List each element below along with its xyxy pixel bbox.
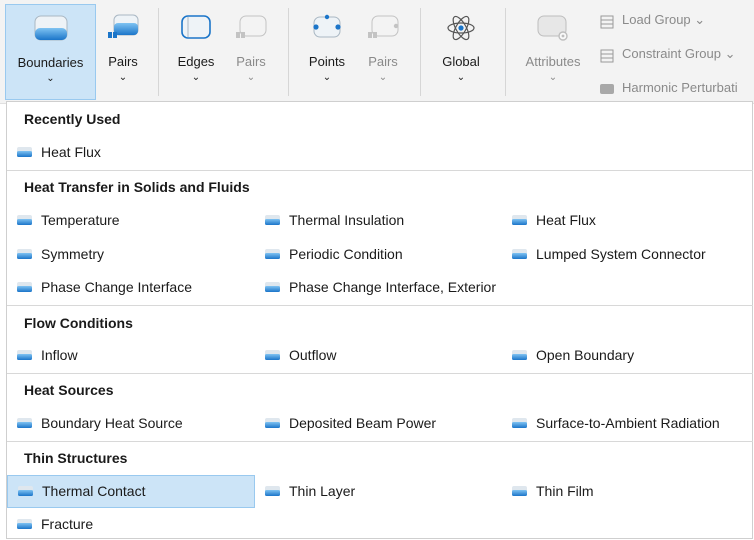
boundary-icon xyxy=(17,249,32,259)
boundary-icon xyxy=(17,519,32,529)
chevron-down-icon: ⌄ xyxy=(118,72,128,83)
boundary-icon xyxy=(18,486,33,496)
boundaries-button[interactable]: Boundaries ⌄ xyxy=(5,4,96,100)
ribbon-toolbar: Boundaries ⌄ Pairs ⌄ Edges ⌄ Pairs ⌄ Poi… xyxy=(0,0,754,104)
global-button[interactable]: Global ⌄ xyxy=(430,4,492,100)
menu-item-symmetry[interactable]: Symmetry xyxy=(6,238,256,270)
chevron-down-icon: ⌄ xyxy=(191,72,201,83)
boundary-icon xyxy=(17,350,32,360)
points-label: Points xyxy=(308,54,346,69)
section-header-flow-conditions: Flow Conditions xyxy=(24,315,133,331)
edges-button[interactable]: Edges ⌄ xyxy=(168,4,224,100)
pairs-icon xyxy=(234,14,268,43)
attributes-icon xyxy=(536,14,570,45)
section-header-heat-transfer: Heat Transfer in Solids and Fluids xyxy=(24,179,250,195)
pairs-label: Pairs xyxy=(236,54,266,69)
atom-icon xyxy=(446,14,476,45)
boundary-icon xyxy=(512,215,527,225)
section-header-heat-sources: Heat Sources xyxy=(24,382,114,398)
point-pairs-button[interactable]: Pairs ⌄ xyxy=(358,4,408,100)
menu-item-thermal-insulation[interactable]: Thermal Insulation xyxy=(254,204,502,236)
boundary-icon xyxy=(17,418,32,428)
section-divider xyxy=(7,305,753,306)
menu-item-deposited-beam-power[interactable]: Deposited Beam Power xyxy=(254,407,502,439)
chevron-down-icon: ⌄ xyxy=(456,72,466,83)
attributes-label: Attributes xyxy=(525,54,581,69)
section-header-thin-structures: Thin Structures xyxy=(24,450,128,466)
menu-item-phase-change-interface-exterior[interactable]: Phase Change Interface, Exterior xyxy=(254,271,502,303)
chevron-down-icon: ⌄ xyxy=(378,72,388,83)
ribbon-separator xyxy=(505,8,506,96)
menu-item-thin-layer[interactable]: Thin Layer xyxy=(254,475,502,507)
chevron-down-icon: ⌄ xyxy=(246,72,256,83)
section-header-recently-used: Recently Used xyxy=(24,111,121,127)
pairs-icon xyxy=(366,14,400,43)
boundary-icon xyxy=(512,418,527,428)
boundary-icon xyxy=(265,215,280,225)
menu-item-thin-film[interactable]: Thin Film xyxy=(501,475,749,507)
harmonic-perturbation-icon xyxy=(600,83,614,95)
ribbon-separator xyxy=(420,8,421,96)
chevron-down-icon: ⌄ xyxy=(548,72,558,83)
menu-item-heat-flux[interactable]: Heat Flux xyxy=(6,136,256,168)
menu-item-heat-flux[interactable]: Heat Flux xyxy=(501,204,749,236)
boundary-icon xyxy=(265,486,280,496)
boundaries-label: Boundaries xyxy=(17,55,84,70)
edges-icon xyxy=(179,14,213,43)
boundary-icon xyxy=(512,350,527,360)
constraint-group-button[interactable]: Constraint Group ⌄ xyxy=(600,46,736,63)
menu-item-lumped-system-connector[interactable]: Lumped System Connector xyxy=(501,238,749,270)
boundary-icon xyxy=(265,418,280,428)
harmonic-perturbation-button[interactable]: Harmonic Perturbati xyxy=(600,80,738,95)
points-icon xyxy=(310,14,344,43)
boundary-icon xyxy=(17,282,32,292)
boundary-icon xyxy=(265,350,280,360)
constraint-group-label: Constraint Group ⌄ xyxy=(622,46,736,61)
load-group-icon xyxy=(600,15,614,29)
boundary-icon xyxy=(512,486,527,496)
boundary-icon xyxy=(17,147,32,157)
boundaries-icon xyxy=(34,15,68,44)
section-divider xyxy=(7,441,753,442)
attributes-button[interactable]: Attributes ⌄ xyxy=(515,4,591,100)
ribbon-separator xyxy=(158,8,159,96)
boundary-icon xyxy=(265,249,280,259)
menu-item-phase-change-interface[interactable]: Phase Change Interface xyxy=(6,271,256,303)
chevron-down-icon: ⌄ xyxy=(46,73,55,84)
menu-item-inflow[interactable]: Inflow xyxy=(6,339,256,371)
menu-item-thermal-contact[interactable]: Thermal Contact xyxy=(7,475,255,508)
harmonic-perturbation-label: Harmonic Perturbati xyxy=(622,80,738,95)
constraint-group-icon xyxy=(600,49,614,63)
pairs-icon xyxy=(106,14,140,43)
section-divider xyxy=(7,373,753,374)
menu-item-fracture[interactable]: Fracture xyxy=(6,508,256,539)
points-button[interactable]: Points ⌄ xyxy=(298,4,356,100)
boundary-icon xyxy=(265,282,280,292)
menu-item-outflow[interactable]: Outflow xyxy=(254,339,502,371)
menu-item-periodic-condition[interactable]: Periodic Condition xyxy=(254,238,502,270)
ribbon-separator xyxy=(288,8,289,96)
menu-item-surface-to-ambient-radiation[interactable]: Surface-to-Ambient Radiation xyxy=(501,407,749,439)
chevron-down-icon: ⌄ xyxy=(322,72,332,83)
menu-item-boundary-heat-source[interactable]: Boundary Heat Source xyxy=(6,407,256,439)
edges-label: Edges xyxy=(177,54,215,69)
pairs-label: Pairs xyxy=(108,54,138,69)
pairs-label: Pairs xyxy=(368,54,398,69)
boundary-icon xyxy=(512,249,527,259)
section-divider xyxy=(7,170,753,171)
edge-pairs-button[interactable]: Pairs ⌄ xyxy=(226,4,276,100)
load-group-button[interactable]: Load Group ⌄ xyxy=(600,12,706,29)
boundary-icon xyxy=(17,215,32,225)
global-label: Global xyxy=(442,54,480,69)
menu-item-temperature[interactable]: Temperature xyxy=(6,204,256,236)
boundary-pairs-button[interactable]: Pairs ⌄ xyxy=(98,4,148,100)
menu-item-open-boundary[interactable]: Open Boundary xyxy=(501,339,749,371)
load-group-label: Load Group ⌄ xyxy=(622,12,706,27)
